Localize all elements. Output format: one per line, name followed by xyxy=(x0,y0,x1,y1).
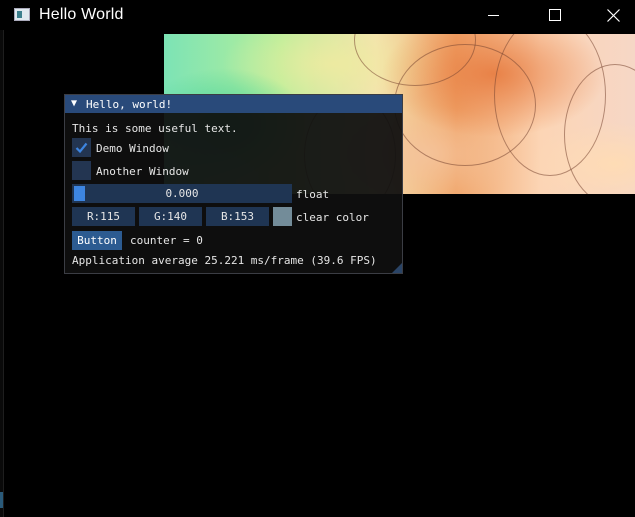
fps-text: Application average 25.221 ms/frame (39.… xyxy=(72,254,377,267)
color-g-field[interactable]: G:140 xyxy=(139,207,202,226)
edge-artifact xyxy=(0,492,3,508)
counter-text: counter = 0 xyxy=(130,234,203,247)
maximize-icon xyxy=(549,9,561,21)
slider-label: float xyxy=(296,188,330,201)
color-r-field[interactable]: R:115 xyxy=(72,207,135,226)
demo-window-label: Demo Window xyxy=(96,142,169,155)
another-window-checkbox[interactable] xyxy=(72,161,91,180)
imgui-hello-window[interactable]: ▼ Hello, world! This is some useful text… xyxy=(64,94,403,274)
demo-window-checkbox[interactable] xyxy=(72,138,91,157)
imgui-title-bar[interactable]: ▼ Hello, world! xyxy=(65,95,402,113)
float-slider[interactable]: 0.000 xyxy=(72,184,292,203)
close-icon xyxy=(606,8,620,22)
slider-value: 0.000 xyxy=(165,187,199,200)
useful-text: This is some useful text. xyxy=(72,122,238,135)
triangle-down-icon[interactable]: ▼ xyxy=(71,98,77,109)
window-title: Hello World xyxy=(39,6,124,23)
imgui-window-title: Hello, world! xyxy=(86,98,173,111)
resize-grip[interactable] xyxy=(392,263,402,273)
color-b-field[interactable]: B:153 xyxy=(206,207,269,226)
app-window-icon xyxy=(14,8,30,21)
minimize-icon xyxy=(487,14,499,16)
clear-color-swatch[interactable] xyxy=(273,207,292,226)
app-window: Hello World ▼ Hello, world! This is some… xyxy=(0,0,635,517)
close-button[interactable] xyxy=(590,0,635,30)
minimize-button[interactable] xyxy=(470,0,516,30)
title-bar[interactable]: Hello World xyxy=(0,0,635,30)
another-window-label: Another Window xyxy=(96,165,189,178)
clear-color-label: clear color xyxy=(296,211,369,224)
checkmark-icon xyxy=(75,142,88,154)
counter-button[interactable]: Button xyxy=(72,231,122,250)
left-edge xyxy=(0,30,4,517)
maximize-button[interactable] xyxy=(532,0,578,30)
